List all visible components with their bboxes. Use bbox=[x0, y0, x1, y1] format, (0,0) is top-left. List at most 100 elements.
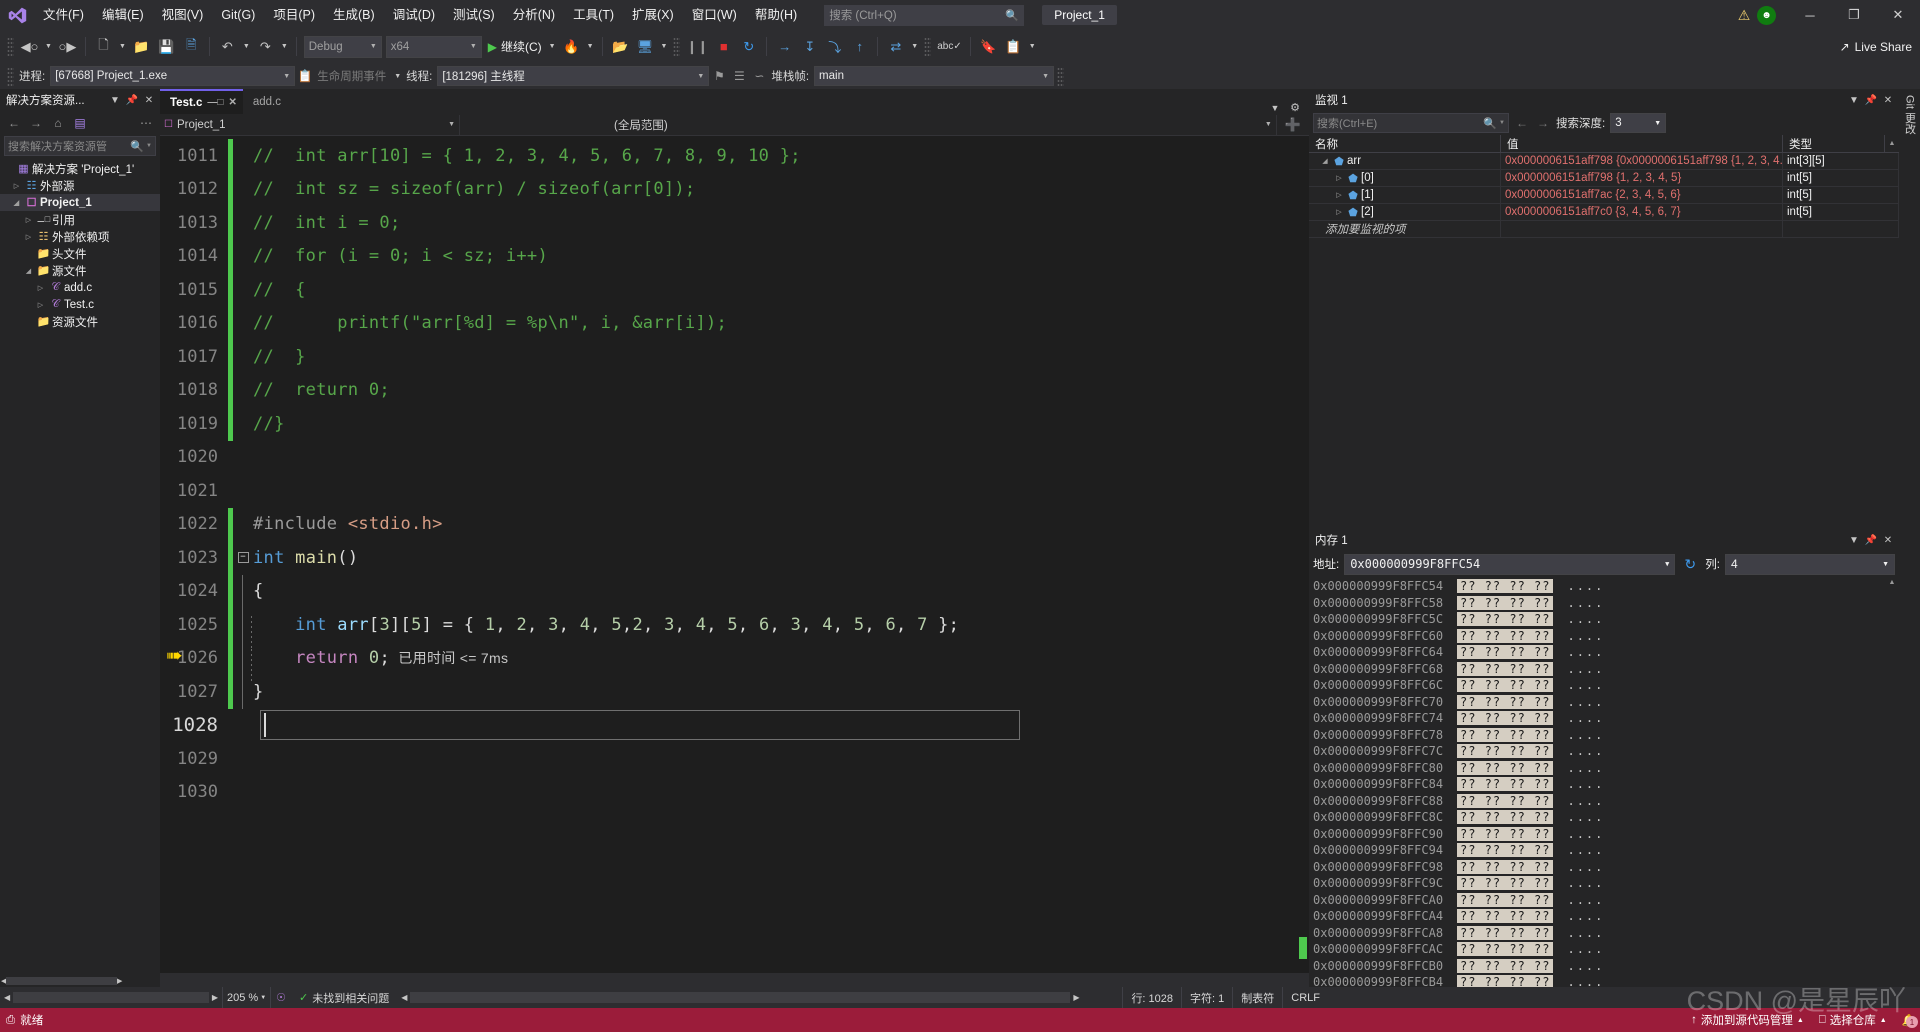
watch-name-cell[interactable]: ▷ ⬟ [2] bbox=[1309, 204, 1501, 220]
twisty[interactable]: ▷ bbox=[22, 216, 35, 224]
twisty[interactable]: ▷ bbox=[1333, 208, 1345, 216]
menu-item-project[interactable]: 项目(P) bbox=[264, 0, 324, 30]
memory-row[interactable]: 0x000000999F8FFC58 ?? ?? ?? ??.... bbox=[1309, 595, 1899, 612]
toolbar-grip[interactable] bbox=[673, 37, 681, 56]
new-item-caret-icon[interactable]: ▼ bbox=[116, 43, 129, 50]
fold-column[interactable] bbox=[233, 709, 253, 743]
lifecycle-events-icon[interactable]: 📋 bbox=[295, 69, 315, 83]
chevron-down-icon[interactable]: ▼ bbox=[1846, 92, 1862, 108]
overflow-caret-icon[interactable]: ▼ bbox=[1026, 43, 1039, 50]
watch-row[interactable]: ▷ ⬟ [0] 0x0000006151aff798 {1, 2, 3, 4, 5} i… bbox=[1309, 170, 1899, 187]
home-icon[interactable]: ⌂ bbox=[48, 113, 68, 133]
watch-name-cell[interactable]: ◢ ⬟ arr bbox=[1309, 153, 1501, 169]
notifications-button[interactable]: 🔔 1 bbox=[1896, 1013, 1918, 1028]
tree-node-solution[interactable]: ▦ 解决方案 'Project_1' bbox=[0, 160, 160, 177]
fold-column[interactable] bbox=[233, 139, 253, 173]
code-line[interactable]: 1022 #include <stdio.h> bbox=[160, 507, 1309, 542]
close-button[interactable]: ✕ bbox=[1876, 0, 1920, 30]
search-depth-combo[interactable]: 3 ▼ bbox=[1610, 113, 1667, 133]
memory-row[interactable]: 0x000000999F8FFC9C ?? ?? ?? ??.... bbox=[1309, 875, 1899, 892]
memory-row[interactable]: 0x000000999F8FFC88 ?? ?? ?? ??.... bbox=[1309, 793, 1899, 810]
fold-column[interactable] bbox=[233, 641, 253, 675]
twisty[interactable]: ▷ bbox=[34, 301, 47, 309]
nav-project-combo[interactable]: ☐ Project_1 ▼ bbox=[160, 114, 460, 135]
zoom-control[interactable]: 205 % ▼ bbox=[222, 987, 272, 1008]
code-editor[interactable]: 1011 // int arr[10] = { 1, 2, 3, 4, 5, 6,… bbox=[160, 136, 1309, 973]
scroll-right-icon[interactable]: ▶ bbox=[212, 993, 218, 1002]
fold-column[interactable] bbox=[233, 407, 253, 441]
tab-test-c[interactable]: Test.c —□ ✕ bbox=[160, 89, 243, 114]
fold-column[interactable] bbox=[233, 675, 253, 709]
memory-hex-bytes[interactable]: ?? ?? ?? ?? bbox=[1457, 760, 1554, 775]
code-line[interactable]: 1024 { bbox=[160, 574, 1309, 608]
memory-row[interactable]: 0x000000999F8FFC80 ?? ?? ?? ??.... bbox=[1309, 760, 1899, 777]
fold-column[interactable] bbox=[233, 206, 253, 240]
watch-value-cell[interactable]: 0x0000006151aff798 {1, 2, 3, 4, 5} bbox=[1501, 170, 1783, 186]
menu-item-help[interactable]: 帮助(H) bbox=[746, 0, 806, 30]
code-line[interactable]: 1014 // for (i = 0; i < sz; i++) bbox=[160, 239, 1309, 273]
redo-icon[interactable]: ↷ bbox=[253, 34, 278, 59]
twisty[interactable]: ◢ bbox=[1319, 157, 1331, 165]
fold-column[interactable] bbox=[233, 776, 253, 810]
tree-node-external-dependencies[interactable]: ▷ ☷ 外部依赖项 bbox=[0, 228, 160, 245]
watch-row[interactable]: ◢ ⬟ arr 0x0000006151aff798 {0x0000006151aff… bbox=[1309, 153, 1899, 170]
watch-name-cell[interactable]: ▷ ⬟ [0] bbox=[1309, 170, 1501, 186]
code-line[interactable]: 1027} bbox=[160, 675, 1309, 709]
scroll-up-icon[interactable]: ▲ bbox=[1885, 135, 1899, 152]
chevron-down-icon[interactable]: ▼ bbox=[144, 143, 152, 149]
toolbar-grip[interactable] bbox=[7, 66, 14, 86]
tree-node-add-c[interactable]: ▷ 𝒞 add.c bbox=[0, 279, 160, 296]
pin-icon[interactable]: 📌 bbox=[124, 92, 140, 108]
column-header-name[interactable]: 名称 bbox=[1309, 135, 1501, 152]
memory-scrollbar[interactable]: ▲ bbox=[1885, 577, 1899, 987]
menu-item-edit[interactable]: 编辑(E) bbox=[93, 0, 153, 30]
memory-row[interactable]: 0x000000999F8FFC7C ?? ?? ?? ??.... bbox=[1309, 743, 1899, 760]
memory-address-input[interactable]: 0x000000999F8FFC54 ▼ bbox=[1344, 553, 1676, 575]
memory-row[interactable]: 0x000000999F8FFCA8 ?? ?? ?? ??.... bbox=[1309, 925, 1899, 942]
memory-row[interactable]: 0x000000999F8FFC8C ?? ?? ?? ??.... bbox=[1309, 809, 1899, 826]
solution-platform-combo[interactable]: x64 ▼ bbox=[385, 35, 482, 58]
memory-hex-bytes[interactable]: ?? ?? ?? ?? bbox=[1457, 645, 1554, 660]
code-line[interactable]: 1019 //} bbox=[160, 407, 1309, 441]
fold-column[interactable] bbox=[233, 273, 253, 307]
menu-item-extensions[interactable]: 扩展(X) bbox=[623, 0, 683, 30]
memory-hex-bytes[interactable]: ?? ?? ?? ?? bbox=[1457, 942, 1554, 957]
save-icon[interactable]: 💾 bbox=[154, 34, 179, 59]
memory-hex-bytes[interactable]: ?? ?? ?? ?? bbox=[1457, 661, 1554, 676]
back-icon[interactable]: ← bbox=[4, 113, 24, 133]
stop-icon[interactable]: ■ bbox=[711, 34, 736, 59]
memory-hex-bytes[interactable]: ?? ?? ?? ?? bbox=[1457, 892, 1554, 907]
memory-columns-combo[interactable]: 4 ▼ bbox=[1725, 553, 1895, 575]
live-share-button[interactable]: ↗ Live Share bbox=[1840, 40, 1912, 54]
twisty[interactable]: ◢ bbox=[22, 267, 35, 275]
accessibility-icon[interactable]: ☉ bbox=[271, 991, 291, 1004]
close-icon[interactable]: ✕ bbox=[228, 97, 236, 108]
menu-item-debug[interactable]: 调试(D) bbox=[384, 0, 444, 30]
pin-icon[interactable]: 📌 bbox=[1863, 532, 1879, 548]
switch-views-icon[interactable]: ▤ bbox=[70, 113, 90, 133]
twisty[interactable]: ◢ bbox=[10, 199, 23, 207]
code-line[interactable]: 1018 // return 0; bbox=[160, 373, 1309, 408]
fold-column[interactable] bbox=[233, 374, 253, 408]
scroll-left-icon[interactable]: ◀ bbox=[4, 993, 10, 1002]
memory-hex-bytes[interactable]: ?? ?? ?? ?? bbox=[1457, 744, 1554, 759]
tree-node-test-c[interactable]: ▷ 𝒞 Test.c bbox=[0, 296, 160, 313]
arrow-left-icon[interactable]: ← bbox=[1514, 116, 1530, 130]
chevron-up-icon[interactable]: ▲ bbox=[1797, 1017, 1804, 1024]
tree-node-header-files[interactable]: 📁 头文件 bbox=[0, 245, 160, 262]
minimize-button[interactable]: ─ bbox=[1788, 0, 1832, 30]
editor-hscrollbar-bottom[interactable]: ◀ ▶ bbox=[397, 992, 1122, 1003]
thread-combo[interactable]: [181296] 主线程 ▼ bbox=[437, 66, 710, 86]
memory-hex-bytes[interactable]: ?? ?? ?? ?? bbox=[1457, 711, 1554, 726]
watch-value-cell[interactable]: 0x0000006151aff7ac {2, 3, 4, 5, 6} bbox=[1501, 187, 1783, 203]
editor-horizontal-scrollbar[interactable] bbox=[160, 973, 1309, 987]
lifecycle-caret-icon[interactable]: ▼ bbox=[391, 73, 404, 80]
memory-row[interactable]: 0x000000999F8FFCAC ?? ?? ?? ??.... bbox=[1309, 941, 1899, 958]
fold-column[interactable] bbox=[233, 307, 253, 341]
memory-row[interactable]: 0x000000999F8FFC6C ?? ?? ?? ??.... bbox=[1309, 677, 1899, 694]
memory-row[interactable]: 0x000000999F8FFC90 ?? ?? ?? ??.... bbox=[1309, 826, 1899, 843]
restart-icon[interactable]: ↻ bbox=[736, 34, 761, 59]
fold-column[interactable] bbox=[233, 508, 253, 542]
watch-value-cell[interactable]: 0x0000006151aff7c0 {3, 4, 5, 6, 7} bbox=[1501, 204, 1783, 220]
scroll-left-icon[interactable]: ◀ bbox=[401, 993, 407, 1002]
